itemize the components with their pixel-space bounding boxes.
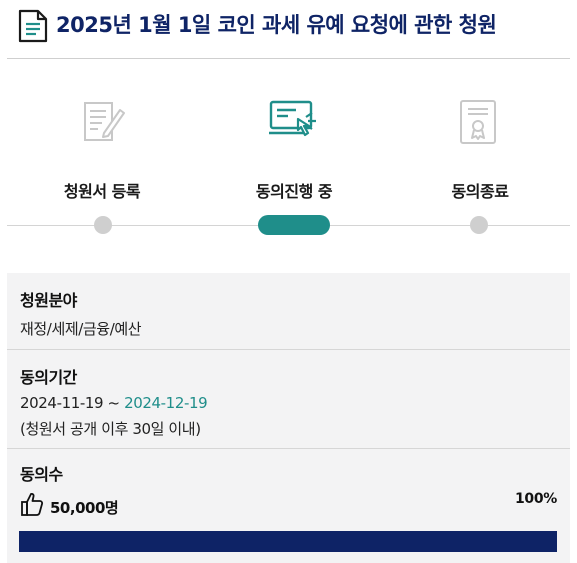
consent-progress-fill (19, 531, 557, 552)
certificate-icon (460, 100, 496, 144)
step-label-consent-in-progress: 동의진행 중 (255, 182, 333, 201)
category-value: 재정/세제/금융/예산 (20, 320, 142, 338)
period-title: 동의기간 (20, 368, 77, 387)
period-separator: ~ (103, 394, 125, 412)
period-end: 2024-12-19 (124, 394, 208, 412)
online-consent-icon (269, 100, 316, 137)
consent-count: 50,000명 (50, 499, 119, 517)
consent-percent: 100% (514, 491, 557, 507)
period-range: 2024-11-19 ~ 2024-12-19 (20, 394, 208, 412)
period-note: (청원서 공개 이후 30일 이내) (20, 420, 201, 438)
period-start: 2024-11-19 (20, 394, 104, 412)
step-label-registration: 청원서 등록 (63, 182, 141, 201)
header-divider (7, 58, 570, 59)
consent-count-title: 동의수 (20, 465, 63, 484)
info-divider (7, 349, 570, 350)
step-label-consent-ended: 동의종료 (451, 182, 509, 201)
step-dot-consent-ended (470, 216, 488, 234)
thumbs-up-icon (21, 492, 44, 516)
petition-header: 2025년 1월 1일 코인 과세 유예 요청에 관한 청원 (0, 0, 577, 58)
write-document-icon (84, 102, 125, 141)
step-dot-registration (94, 216, 112, 234)
category-title: 청원분야 (20, 291, 77, 310)
document-icon (18, 9, 48, 43)
step-dot-active (258, 215, 330, 235)
info-divider (7, 448, 570, 449)
page-title: 2025년 1월 1일 코인 과세 유예 요청에 관한 청원 (56, 13, 497, 37)
consent-progress-bar (19, 531, 557, 552)
